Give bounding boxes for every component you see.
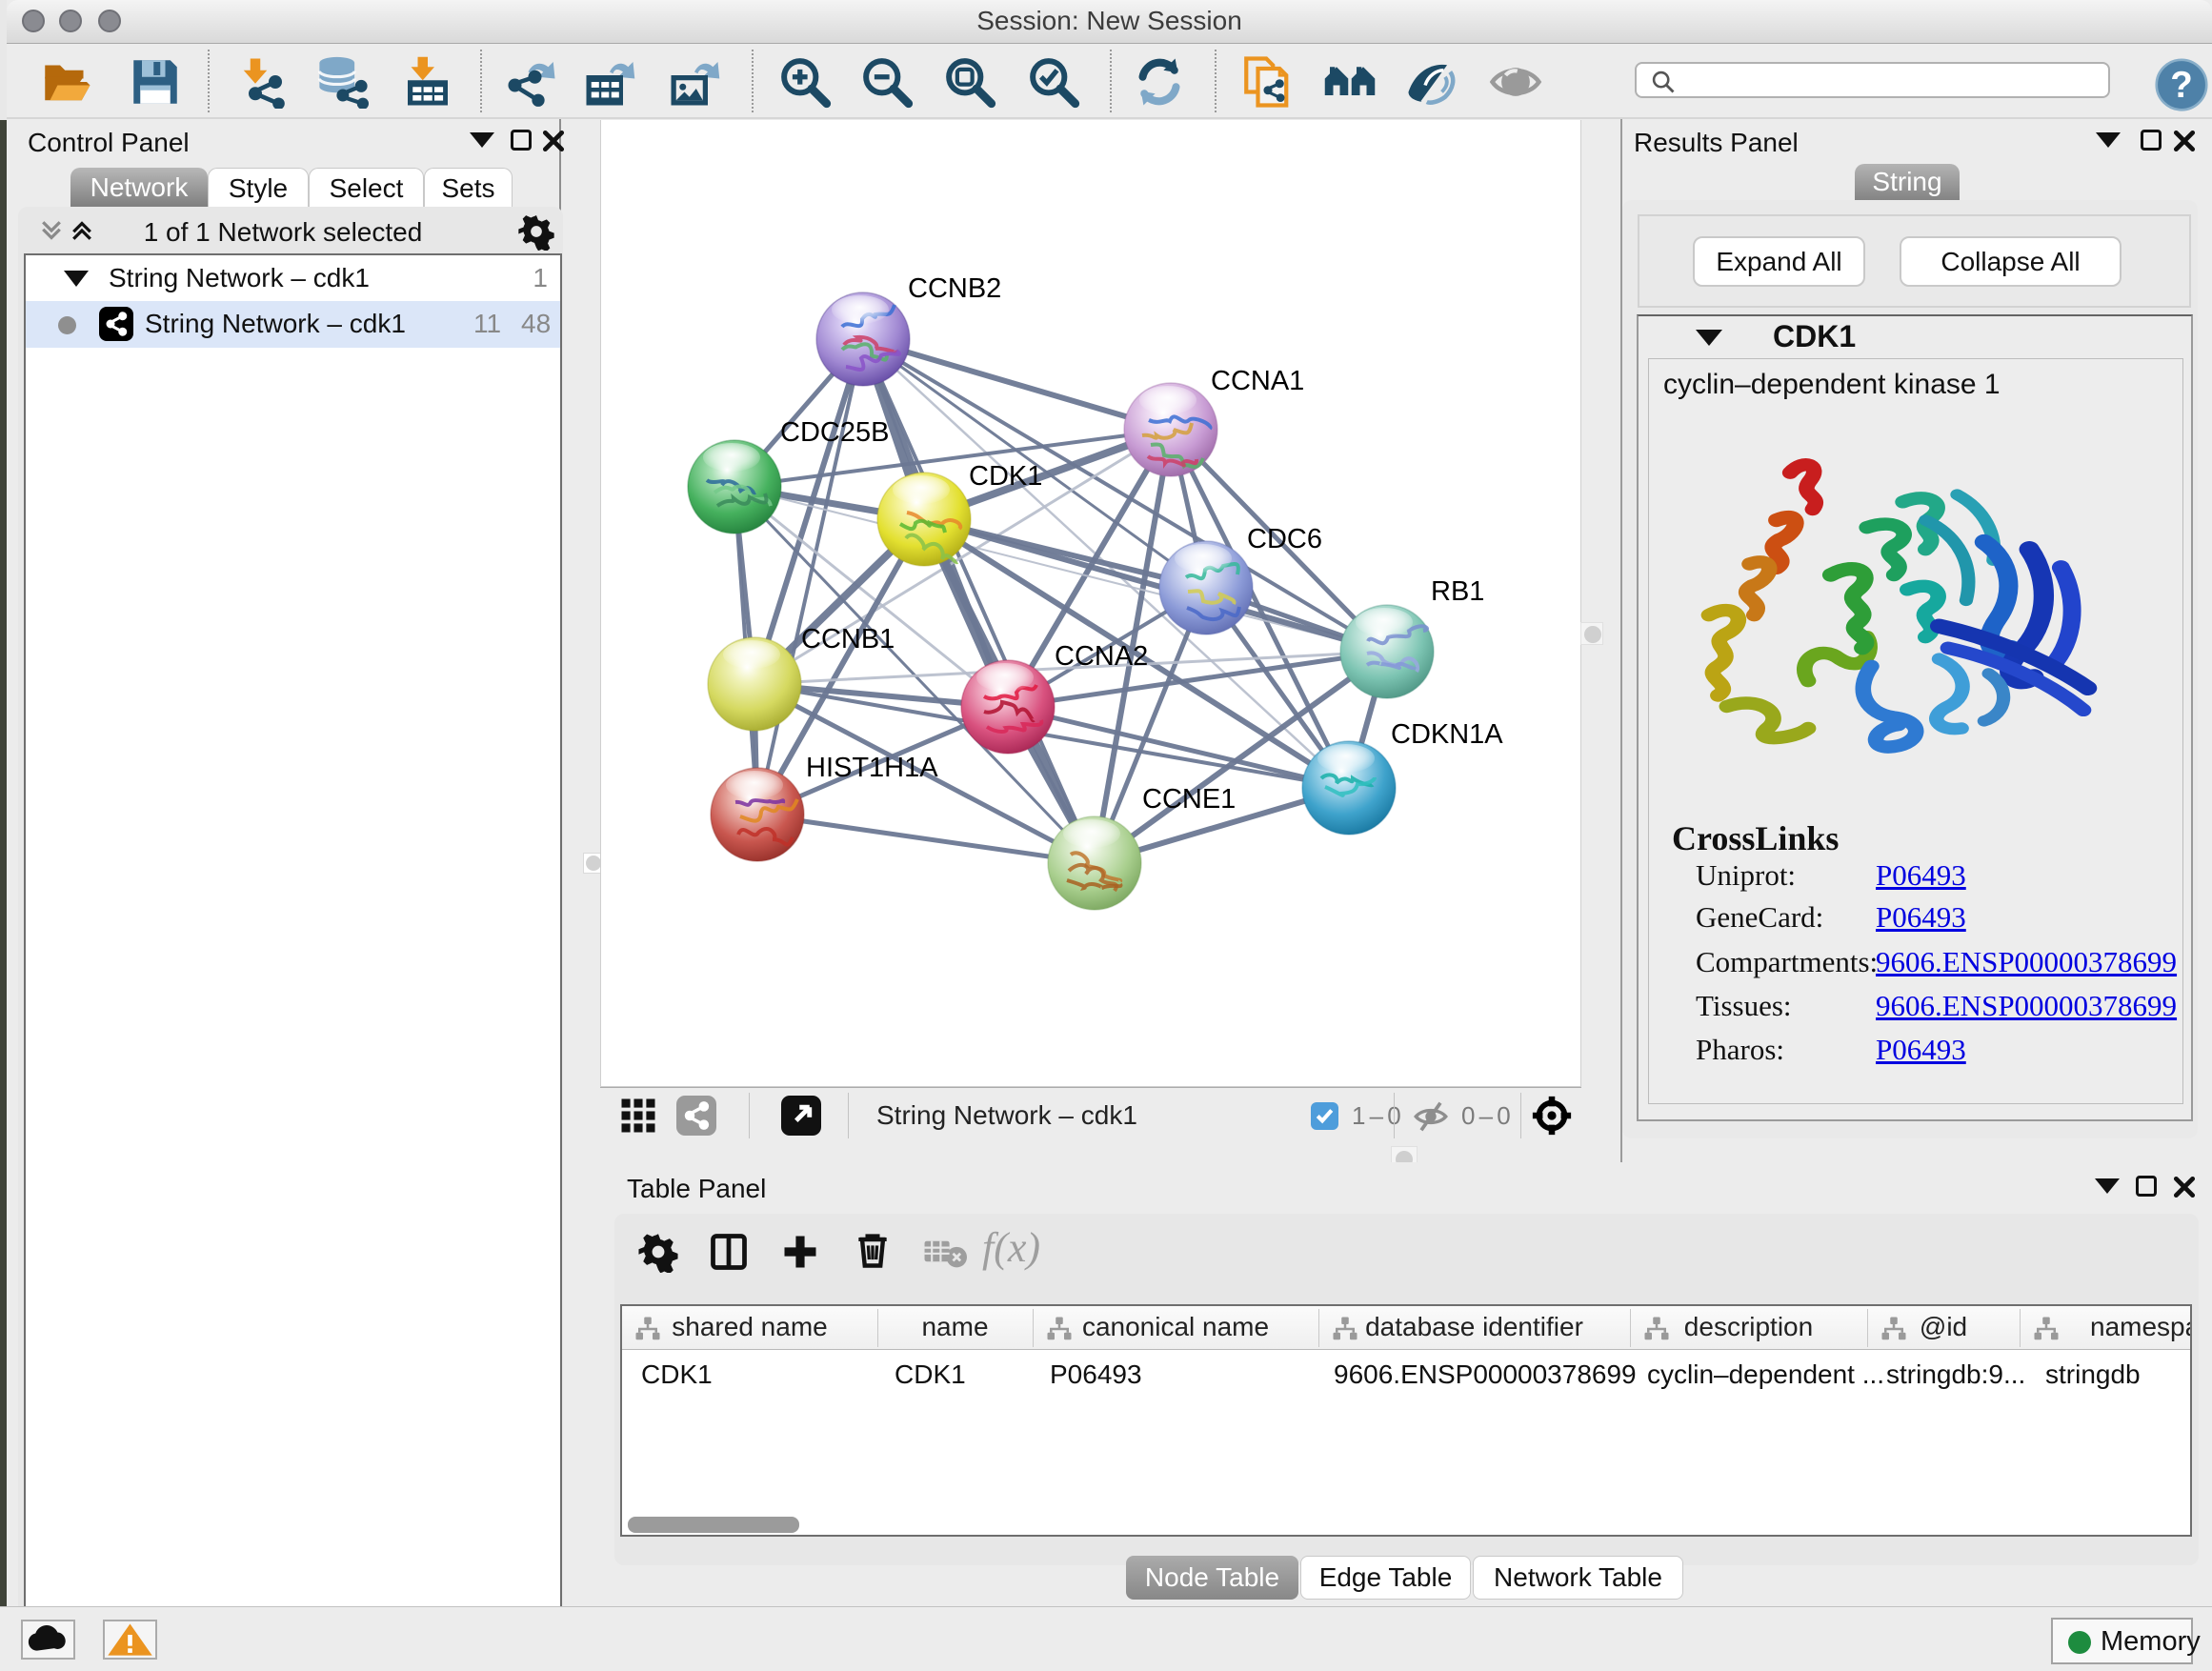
svg-text:CDKN1A: CDKN1A bbox=[1391, 719, 1503, 750]
svg-text:CDC25B: CDC25B bbox=[780, 417, 889, 448]
svg-text:CDK1: CDK1 bbox=[969, 461, 1042, 492]
svg-text:CCNE1: CCNE1 bbox=[1142, 784, 1236, 815]
svg-text:CCNA2: CCNA2 bbox=[1055, 641, 1148, 672]
svg-text:CCNB1: CCNB1 bbox=[801, 624, 895, 654]
svg-text:?: ? bbox=[2170, 65, 2193, 106]
svg-text:CCNA1: CCNA1 bbox=[1211, 366, 1304, 396]
svg-text:CDC6: CDC6 bbox=[1247, 524, 1322, 554]
svg-text:CCNB2: CCNB2 bbox=[908, 273, 1001, 304]
svg-text:RB1: RB1 bbox=[1431, 576, 1484, 607]
svg-text:HIST1H1A: HIST1H1A bbox=[806, 753, 938, 783]
